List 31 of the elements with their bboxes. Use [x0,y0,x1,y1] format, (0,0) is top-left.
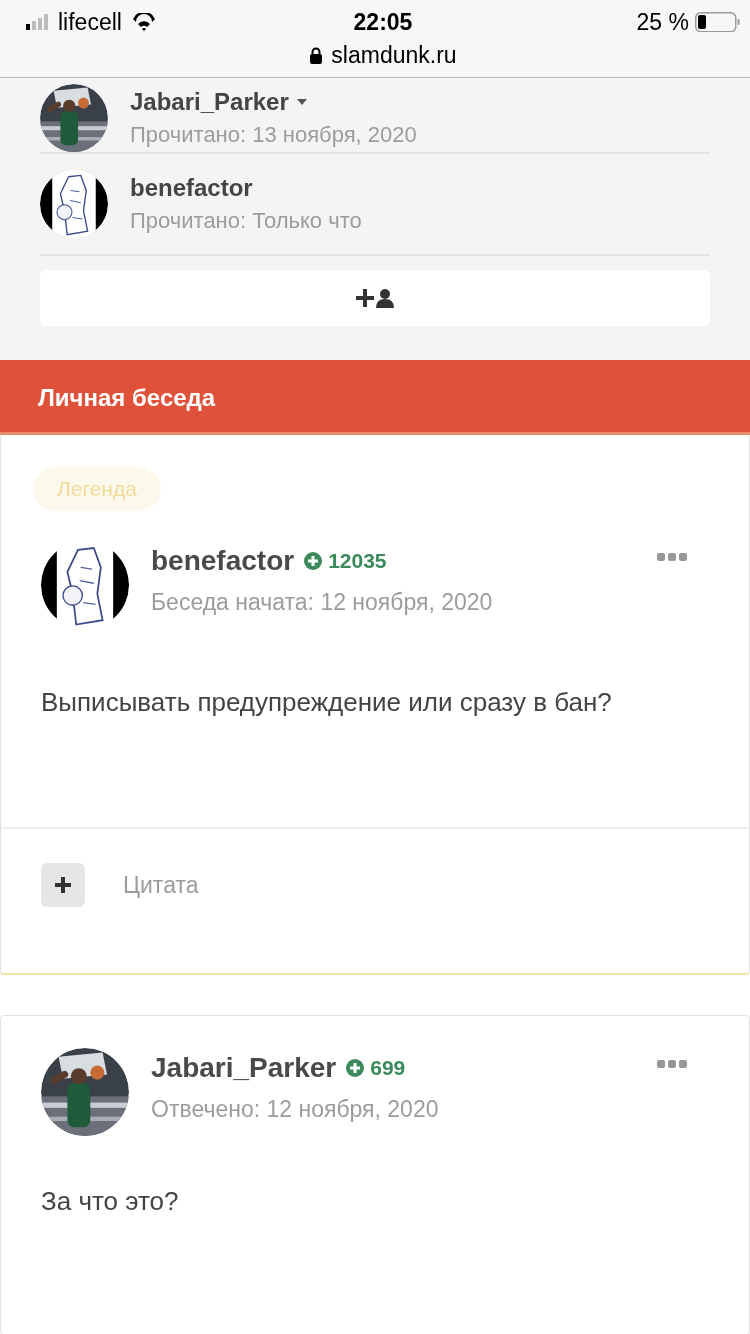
author-name[interactable]: benefactor [151,545,295,577]
participant-name[interactable]: Jabari_Parker [130,88,289,116]
ellipsis-icon [657,553,687,561]
rank-badge: Легенда [33,467,161,511]
section-header: Личная беседа [0,360,750,435]
plus-icon [55,877,71,893]
battery-percent: 25 % [636,8,689,36]
plus-circle-icon [346,1059,365,1077]
status-time: 22:05 [353,8,413,36]
read-status: Прочитано: Только что [130,208,362,234]
plus-circle-icon [304,552,323,570]
post-text: Выписывать предупреждение или сразу в бан? [41,686,613,719]
post-date: Беседа начата: 12 ноября, 2020 [151,589,494,616]
page-url[interactable]: slamdunk.ru [331,42,457,69]
reputation-count: 699 [370,1056,406,1080]
ellipsis-icon [657,1060,687,1068]
lock-icon [309,47,324,64]
signal-icon [26,14,48,30]
multiquote-button[interactable] [41,863,85,907]
participant-name[interactable]: benefactor [130,174,253,202]
reputation-count: 12035 [328,549,387,573]
more-button[interactable] [657,1060,687,1068]
add-user-icon [356,288,394,308]
battery-icon [695,12,740,32]
post-text: За что это? [41,1185,180,1218]
post-date: Отвечено: 12 ноября, 2020 [151,1096,440,1123]
author-name[interactable]: Jabari_Parker [151,1052,337,1084]
read-status: Прочитано: 13 ноября, 2020 [130,122,417,148]
more-button[interactable] [657,553,687,561]
wifi-icon [131,13,156,31]
carrier-name: lifecell [58,8,122,36]
